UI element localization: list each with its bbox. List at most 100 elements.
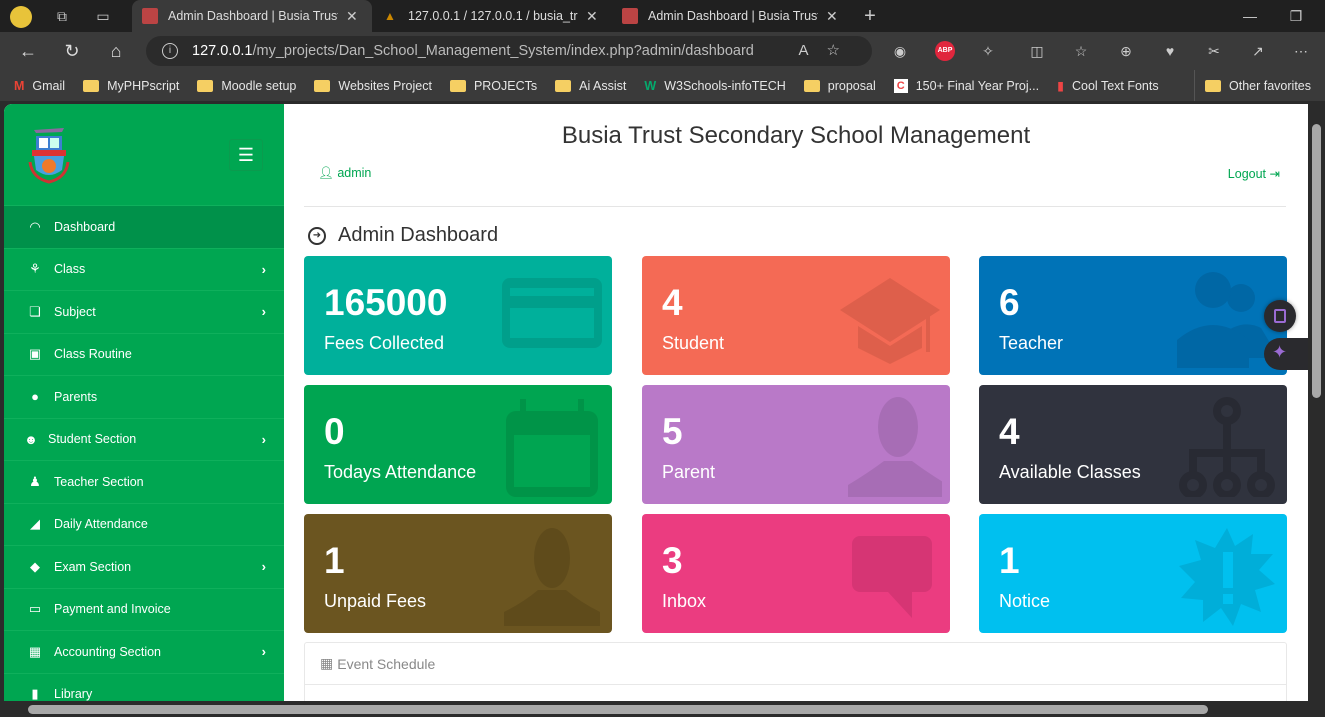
stat-card-parent[interactable]: 5 Parent — [642, 385, 950, 504]
current-user-link[interactable]: 👤︎ admin — [318, 166, 371, 181]
bookmark-cool-text[interactable]: ▮ Cool Text Fonts — [1057, 78, 1159, 94]
logout-link[interactable]: Logout ⇥ — [1228, 166, 1280, 181]
stat-label: Unpaid Fees — [324, 591, 427, 611]
tab-phpmyadmin[interactable]: ▲ 127.0.0.1 / 127.0.0.1 / busia_trust ✕ — [372, 0, 612, 32]
stat-card-student[interactable]: 4 Student — [642, 256, 950, 375]
sidebar-item-teacher-section[interactable]: ♟ Teacher Section — [4, 460, 284, 503]
workspaces-icon[interactable]: ⧉ — [52, 6, 72, 26]
scrollbar-thumb[interactable] — [28, 705, 1208, 714]
document-icon — [1274, 309, 1286, 323]
split-screen-icon[interactable]: ◫ — [1027, 41, 1047, 61]
bookmark-folder[interactable]: PROJECTs — [449, 79, 537, 93]
read-aloud-icon[interactable]: A — [799, 42, 827, 59]
stat-card-fees-collected[interactable]: 165000 Fees Collected — [304, 256, 612, 375]
user-icon: 👤︎ — [318, 166, 338, 180]
minimize-button[interactable]: — — [1240, 6, 1260, 26]
sidebar-item-parents[interactable]: ● Parents — [4, 375, 284, 418]
bookmark-folder[interactable]: Moodle setup — [197, 79, 296, 93]
copilot-button[interactable]: ✦ — [1264, 338, 1308, 370]
bookmark-folder[interactable]: Ai Assist — [555, 79, 626, 93]
favorite-star-icon[interactable]: ☆ — [827, 42, 858, 59]
adblock-plus-icon[interactable]: ABP — [935, 41, 955, 61]
close-tab-icon[interactable]: ✕ — [346, 8, 358, 25]
refresh-button[interactable]: ↻ — [60, 40, 84, 62]
tab-title: 127.0.0.1 / 127.0.0.1 / busia_trust — [408, 9, 578, 23]
extension-avatar-icon[interactable]: ◉ — [890, 41, 910, 61]
tab-admin-dashboard[interactable]: Admin Dashboard | Busia Trust Se ✕ — [132, 0, 372, 32]
page-viewport: ☰ ◠ Dashboard ⚘ Class › ❏ Subject › ▣ Class Ro… — [4, 104, 1308, 701]
bookmark-folder[interactable]: proposal — [803, 79, 876, 93]
bookmark-gmail[interactable]: M Gmail — [14, 79, 65, 93]
sidebar-item-subject[interactable]: ❏ Subject › — [4, 290, 284, 333]
extensions-icon[interactable]: ✧ — [978, 41, 998, 61]
browser-essentials-icon[interactable]: ♥ — [1160, 41, 1180, 61]
stat-card-inbox[interactable]: 3 Inbox — [642, 514, 950, 633]
stat-label: Todays Attendance — [324, 462, 477, 482]
certificate-icon — [1179, 528, 1275, 626]
sidebar-item-class-routine[interactable]: ▣ Class Routine — [4, 332, 284, 376]
folder-icon — [1205, 79, 1222, 92]
stat-card-todays-attendance[interactable]: 0 Todays Attendance — [304, 385, 612, 504]
site-info-icon[interactable]: i — [162, 43, 178, 59]
restore-button[interactable]: ❐ — [1286, 6, 1306, 26]
c-logo-icon: C — [893, 78, 908, 93]
stat-label: Parent — [662, 462, 716, 482]
school-favicon-icon — [142, 8, 158, 24]
stat-label: Student — [662, 333, 725, 353]
horizontal-scrollbar[interactable] — [0, 701, 1308, 717]
back-button[interactable]: ← — [16, 40, 40, 62]
bookmark-final-year[interactable]: C 150+ Final Year Proj... — [893, 78, 1039, 93]
stat-card-notice[interactable]: 1 Notice — [979, 514, 1287, 633]
other-favorites[interactable]: Other favorites — [1194, 70, 1311, 101]
stat-card-unpaid-fees[interactable]: 1 Unpaid Fees — [304, 514, 612, 633]
close-tab-icon[interactable]: ✕ — [586, 8, 598, 25]
home-button[interactable]: ⌂ — [104, 40, 128, 62]
calendar-icon: ▦ — [320, 655, 334, 671]
sidebar-item-exam-section[interactable]: ◆ Exam Section › — [4, 545, 284, 588]
stat-label: Teacher — [999, 333, 1064, 353]
more-menu-icon[interactable]: ⋯ — [1291, 41, 1311, 61]
teachers-icon: ♟ — [29, 473, 41, 489]
stat-label: Available Classes — [999, 462, 1141, 482]
dashboard-icon: ◠ — [29, 218, 41, 234]
tab-actions-icon[interactable]: ▭ — [93, 6, 113, 26]
sidebar-item-payment-invoice[interactable]: ▭ Payment and Invoice — [4, 587, 284, 631]
sidebar-item-library[interactable]: ▮ Library — [4, 672, 284, 701]
scrollbar-thumb[interactable] — [1312, 124, 1321, 398]
favorites-icon[interactable]: ☆ — [1071, 41, 1091, 61]
profile-avatar[interactable] — [10, 6, 32, 28]
folder-icon — [197, 79, 214, 92]
address-bar[interactable]: i 127.0.0.1/my_projects/Dan_School_Manag… — [146, 36, 872, 66]
book-icon: ▮ — [31, 686, 39, 701]
sidebar-item-student-section[interactable]: ☻ Student Section › — [4, 417, 284, 461]
tab-admin-dashboard-2[interactable]: Admin Dashboard | Busia Trust Se ✕ — [612, 0, 852, 32]
screenshot-icon[interactable]: ✂ — [1204, 41, 1224, 61]
chevron-right-icon: › — [261, 261, 266, 277]
sidebar-item-class[interactable]: ⚘ Class › — [4, 247, 284, 291]
stat-card-teacher[interactable]: 6 Teacher — [979, 256, 1287, 375]
sitemap-icon: ⚘ — [29, 261, 41, 277]
stat-value: 3 — [662, 540, 683, 581]
collections-icon[interactable]: ⊕ — [1116, 41, 1136, 61]
vertical-scrollbar[interactable] — [1308, 104, 1325, 701]
bookmark-folder[interactable]: MyPHPscript — [83, 79, 179, 93]
chevron-right-icon: › — [261, 431, 266, 447]
stat-value: 0 — [324, 411, 345, 452]
bookmark-folder[interactable]: Websites Project — [314, 79, 432, 93]
folder-icon — [83, 79, 100, 92]
menu-toggle-button[interactable]: ☰ — [229, 139, 263, 171]
share-icon[interactable]: ↗ — [1248, 41, 1268, 61]
folder-icon — [803, 79, 820, 92]
sidebar-notes-button[interactable] — [1264, 300, 1296, 332]
sidebar-item-dashboard[interactable]: ◠ Dashboard — [4, 205, 284, 248]
bookmark-w3schools[interactable]: W W3Schools-infoTECH — [644, 79, 785, 93]
close-tab-icon[interactable]: ✕ — [826, 8, 838, 25]
stat-card-available-classes[interactable]: 4 Available Classes — [979, 385, 1287, 504]
stat-value: 1 — [324, 540, 345, 581]
main-content: Busia Trust Secondary School Management … — [284, 104, 1308, 701]
new-tab-button[interactable]: + — [860, 6, 880, 26]
stat-label: Notice — [999, 591, 1051, 611]
sidebar-item-accounting-section[interactable]: ▦ Accounting Section › — [4, 630, 284, 673]
sidebar-item-daily-attendance[interactable]: ◢ Daily Attendance — [4, 502, 284, 546]
w3schools-icon: W — [644, 78, 657, 93]
